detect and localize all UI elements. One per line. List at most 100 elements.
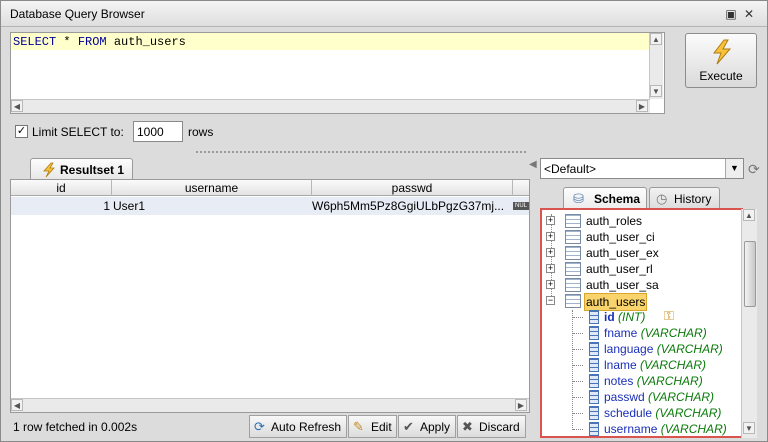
expand-icon[interactable]: +: [546, 248, 555, 257]
scroll-right-arrow-icon[interactable]: ▶: [515, 399, 527, 411]
expand-icon[interactable]: +: [546, 280, 555, 289]
maximize-icon[interactable]: ▣: [724, 7, 738, 21]
column-icon: [589, 390, 599, 404]
null-badge: NUL: [513, 202, 529, 210]
edit-label: Edit: [371, 420, 392, 434]
column-icon: [589, 374, 599, 388]
table-name: auth_user_ex: [586, 246, 659, 260]
edit-button[interactable]: ✎ Edit: [348, 415, 397, 438]
title-bar: Database Query Browser ▣ ✕: [1, 1, 767, 27]
expand-icon[interactable]: +: [546, 216, 555, 225]
lightning-icon: [43, 162, 55, 178]
tree-node-column[interactable]: passwd (VARCHAR): [584, 389, 734, 405]
column-header-id[interactable]: id: [11, 180, 112, 196]
table-icon: [565, 294, 581, 308]
column-name: id: [604, 310, 615, 324]
key-icon: ⚿: [664, 308, 674, 323]
table-name: auth_user_sa: [586, 278, 659, 292]
tree-node-column[interactable]: language (VARCHAR): [584, 341, 734, 357]
column-name: notes: [604, 374, 634, 388]
column-type: (VARCHAR): [640, 326, 707, 340]
tree-node-column[interactable]: notes (VARCHAR): [584, 373, 734, 389]
column-icon: [589, 310, 599, 324]
scroll-up-arrow-icon[interactable]: ▲: [743, 209, 755, 221]
column-icon: [589, 422, 599, 436]
tree-connector: [572, 310, 573, 430]
collapse-icon[interactable]: −: [546, 296, 555, 305]
schema-vertical-scrollbar[interactable]: ▲ ▼: [741, 209, 757, 438]
tab-schema[interactable]: ⛁ Schema: [563, 187, 647, 209]
tree-node-column[interactable]: lname (VARCHAR): [584, 357, 734, 373]
limit-rows-input[interactable]: 1000: [133, 121, 183, 142]
column-header-username[interactable]: username: [112, 180, 312, 196]
datasource-selected-value: <Default>: [544, 162, 597, 176]
query-browser-window: Database Query Browser ▣ ✕ SELECT * FROM…: [0, 0, 768, 442]
chevron-down-icon[interactable]: ▼: [725, 159, 743, 178]
tree-connector: [573, 381, 583, 382]
limit-checkbox[interactable]: ✓: [15, 125, 28, 138]
table-name: auth_user_ci: [586, 230, 655, 244]
editor-vertical-scrollbar[interactable]: ▲ ▼: [649, 33, 663, 99]
discard-label: Discard: [479, 420, 520, 434]
scroll-left-arrow-icon[interactable]: ◀: [11, 100, 23, 112]
checkmark-icon: ✔: [403, 419, 414, 434]
table-row[interactable]: 1 User1 W6ph5Mm5Pz8GgiULbPgzG37mj... NUL: [11, 197, 529, 215]
column-header-passwd[interactable]: passwd: [312, 180, 513, 196]
collapse-panel-icon[interactable]: ◀: [529, 159, 537, 170]
discard-button[interactable]: ✖ Discard: [457, 415, 526, 438]
refresh-schema-icon[interactable]: ⟳: [748, 161, 760, 178]
refresh-icon: ⟳: [254, 419, 265, 434]
tree-node-table-selected[interactable]: − auth_users: [546, 293, 686, 311]
scroll-right-arrow-icon[interactable]: ▶: [636, 100, 648, 112]
tree-node-column[interactable]: id (INT) ⚿: [584, 308, 734, 325]
expand-icon[interactable]: +: [546, 264, 555, 273]
auto-refresh-label: Auto Refresh: [271, 420, 342, 434]
tree-connector: [573, 429, 583, 430]
tab-history[interactable]: ◷ History: [649, 187, 720, 209]
column-name: lname: [604, 358, 637, 372]
column-type: (INT): [618, 310, 646, 324]
scroll-left-arrow-icon[interactable]: ◀: [11, 399, 23, 411]
table-icon: [565, 262, 581, 276]
column-type: (VARCHAR): [640, 358, 707, 372]
cell-id: 1: [103, 199, 110, 213]
column-name: language: [604, 342, 654, 356]
column-icon: [589, 358, 599, 372]
table-name: auth_user_rl: [586, 262, 653, 276]
scroll-up-arrow-icon[interactable]: ▲: [650, 33, 662, 45]
execute-button[interactable]: Execute: [685, 33, 757, 88]
column-type: (VARCHAR): [660, 422, 727, 436]
apply-button[interactable]: ✔ Apply: [398, 415, 456, 438]
expand-icon[interactable]: +: [546, 232, 555, 241]
datasource-select[interactable]: <Default>: [540, 158, 744, 179]
scroll-down-arrow-icon[interactable]: ▼: [743, 422, 755, 434]
column-name: fname: [604, 326, 638, 340]
results-table: id username passwd 1 User1 W6ph5Mm5Pz8Gg…: [10, 179, 530, 413]
column-icon: [589, 326, 599, 340]
cell-passwd: W6ph5Mm5Pz8GgiULbPgzG37mj...: [312, 199, 505, 213]
close-icon[interactable]: ✕: [742, 7, 756, 21]
column-icon: [589, 342, 599, 356]
tab-schema-label: Schema: [594, 192, 641, 206]
tree-node-column[interactable]: fname (VARCHAR): [584, 325, 734, 341]
tree-node-column[interactable]: schedule (VARCHAR): [584, 405, 734, 421]
column-name: username: [604, 422, 658, 436]
split-pane-divider[interactable]: [196, 151, 526, 153]
scroll-down-arrow-icon[interactable]: ▼: [650, 85, 662, 97]
lightning-icon: [712, 39, 732, 65]
tree-node-column[interactable]: username (VARCHAR): [584, 421, 734, 436]
editor-horizontal-scrollbar[interactable]: ◀ ▶: [11, 99, 650, 113]
auto-refresh-button[interactable]: ⟳ Auto Refresh: [249, 415, 347, 438]
database-icon: ⛁: [573, 191, 584, 206]
execute-label: Execute: [699, 69, 743, 83]
sql-editor[interactable]: SELECT * FROM auth_users ▲ ▼ ◀ ▶: [10, 32, 665, 114]
schema-tree: + auth_roles + auth_user_ci + auth_user_…: [540, 208, 743, 438]
sql-text: SELECT * FROM auth_users: [13, 35, 186, 49]
tab-resultset-1[interactable]: Resultset 1: [30, 158, 133, 180]
scrollbar-thumb[interactable]: [744, 241, 756, 307]
tree-connector: [573, 413, 583, 414]
results-horizontal-scrollbar[interactable]: ◀ ▶: [11, 398, 529, 412]
column-type: (VARCHAR): [655, 406, 722, 420]
tree-connector: [573, 365, 583, 366]
tab-history-label: History: [674, 192, 712, 206]
